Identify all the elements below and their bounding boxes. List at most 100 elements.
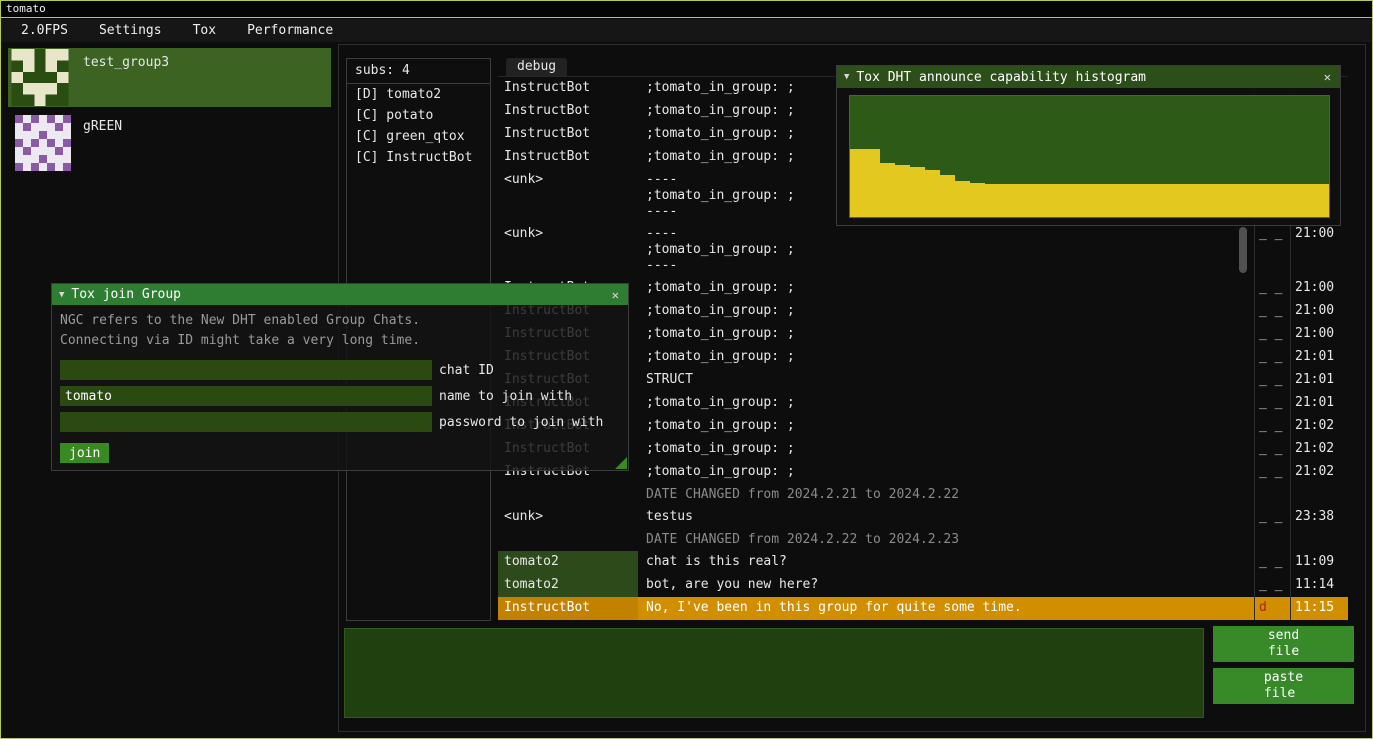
join-button[interactable]: join: [60, 443, 109, 463]
histogram-bar: [970, 183, 985, 217]
message-time: 23:38: [1290, 506, 1348, 529]
member-item[interactable]: [C] potato: [347, 105, 490, 126]
chat-message-row[interactable]: DATE CHANGED from 2024.2.22 to 2024.2.23: [498, 529, 1348, 551]
chat-message-row[interactable]: InstructBot No, I've been in this group …: [498, 597, 1348, 620]
message-sender: <unk>: [498, 223, 638, 277]
message-sender: tomato2: [498, 574, 638, 597]
histogram-bar: [1269, 184, 1284, 217]
chat-message-row[interactable]: <unk> ---- ;tomato_in_group: ; ---- _ _ …: [498, 223, 1348, 277]
message-time: [1290, 484, 1348, 506]
message-text: ;tomato_in_group: ;: [638, 461, 1254, 484]
message-text: STRUCT: [638, 369, 1254, 392]
histogram-bar: [940, 175, 955, 217]
histogram-bar: [895, 165, 910, 217]
histogram-bar: [1045, 184, 1060, 217]
chat-id-input[interactable]: [60, 360, 432, 380]
close-icon[interactable]: ✕: [1322, 70, 1333, 84]
member-item[interactable]: [C] InstructBot: [347, 147, 490, 168]
dht-histogram-titlebar[interactable]: ▼ Tox DHT announce capability histogram …: [837, 66, 1340, 88]
message-status: _ _: [1254, 346, 1290, 369]
contact-item-test-group3[interactable]: test_group3: [8, 48, 331, 107]
message-text: ---- ;tomato_in_group: ; ----: [638, 223, 1254, 277]
paste-file-button[interactable]: paste file: [1213, 668, 1354, 704]
chat-message-row[interactable]: tomato2 bot, are you new here? _ _ 11:14: [498, 574, 1348, 597]
chat-scrollbar-thumb[interactable]: [1239, 227, 1247, 273]
send-file-label: send file: [1268, 628, 1299, 660]
message-sender: <unk>: [498, 506, 638, 529]
join-name-input[interactable]: [60, 386, 432, 406]
dht-histogram-window: ▼ Tox DHT announce capability histogram …: [836, 65, 1341, 226]
message-status: [1254, 529, 1290, 551]
fps-counter: 2.0FPS: [9, 20, 80, 41]
chat-message-row[interactable]: tomato2 chat is this real? _ _ 11:09: [498, 551, 1348, 574]
message-sender: [498, 529, 638, 551]
message-status: _ _: [1254, 277, 1290, 300]
collapse-arrow-icon[interactable]: ▼: [844, 72, 849, 82]
menu-item-tox[interactable]: Tox: [181, 20, 228, 41]
close-icon[interactable]: ✕: [610, 288, 621, 302]
histogram-bar: [1015, 184, 1030, 217]
join-group-window: ▼ Tox join Group ✕ NGC refers to the New…: [51, 283, 629, 471]
histogram-bar: [955, 181, 970, 217]
histogram-bar: [1090, 184, 1105, 217]
histogram-bar: [925, 170, 940, 217]
histogram-bar: [1104, 184, 1119, 217]
message-status: _ _: [1254, 461, 1290, 484]
message-status: _ _: [1254, 392, 1290, 415]
message-text: bot, are you new here?: [638, 574, 1254, 597]
message-status: _ _: [1254, 223, 1290, 277]
histogram-bar: [985, 184, 1000, 217]
join-password-label: password to join with: [439, 415, 603, 430]
tab-debug[interactable]: debug: [506, 58, 567, 76]
message-time: [1290, 529, 1348, 551]
histogram-bar: [1149, 184, 1164, 217]
message-text: ;tomato_in_group: ;: [638, 323, 1254, 346]
contact-name: gREEN: [71, 114, 122, 173]
menu-item-settings[interactable]: Settings: [87, 20, 174, 41]
join-name-label: name to join with: [439, 389, 572, 404]
message-time: 21:01: [1290, 346, 1348, 369]
window-resize-grip[interactable]: [615, 457, 627, 469]
send-file-button[interactable]: send file: [1213, 626, 1354, 662]
message-text: chat is this real?: [638, 551, 1254, 574]
message-time: 21:00: [1290, 277, 1348, 300]
contact-name: test_group3: [71, 48, 169, 107]
histogram-bar: [1030, 184, 1045, 217]
app-window: tomato 2.0FPS Settings Tox Performance t…: [0, 0, 1373, 739]
ngc-info-line: Connecting via ID might take a very long…: [60, 331, 620, 351]
message-text: ;tomato_in_group: ;: [638, 415, 1254, 438]
join-group-titlebar[interactable]: ▼ Tox join Group ✕: [52, 284, 628, 305]
collapse-arrow-icon[interactable]: ▼: [59, 290, 64, 300]
join-group-title: Tox join Group: [71, 287, 181, 302]
message-sender: InstructBot: [498, 597, 638, 620]
message-status: _ _: [1254, 506, 1290, 529]
histogram-bar: [1075, 184, 1090, 217]
histogram-bar: [850, 149, 865, 217]
histogram-bar: [1314, 184, 1329, 217]
histogram-bar: [1194, 184, 1209, 217]
message-text: testus: [638, 506, 1254, 529]
menu-bar: 2.0FPS Settings Tox Performance: [1, 19, 1372, 42]
histogram-bar: [1239, 184, 1254, 217]
histogram-bar: [1164, 184, 1179, 217]
histogram-bar: [1299, 184, 1314, 217]
chat-message-row[interactable]: DATE CHANGED from 2024.2.21 to 2024.2.22: [498, 484, 1348, 506]
menu-item-performance[interactable]: Performance: [235, 20, 345, 41]
contact-item-green[interactable]: gREEN: [8, 114, 331, 173]
message-status: _ _: [1254, 574, 1290, 597]
member-item[interactable]: [C] green_qtox: [347, 126, 490, 147]
message-sender: [498, 484, 638, 506]
chat-message-row[interactable]: <unk> testus _ _ 23:38: [498, 506, 1348, 529]
paste-file-label: paste file: [1264, 670, 1303, 702]
message-text: No, I've been in this group for quite so…: [638, 597, 1254, 620]
histogram-bar: [1119, 184, 1134, 217]
histogram-bars: [850, 96, 1329, 217]
message-input[interactable]: [344, 628, 1204, 718]
message-text: ;tomato_in_group: ;: [638, 392, 1254, 415]
join-group-body: NGC refers to the New DHT enabled Group …: [52, 305, 628, 463]
member-item[interactable]: [D] tomato2: [347, 84, 490, 105]
message-text: DATE CHANGED from 2024.2.22 to 2024.2.23: [638, 529, 1254, 551]
message-time: 21:02: [1290, 415, 1348, 438]
join-password-input[interactable]: [60, 412, 432, 432]
window-titlebar: tomato: [1, 1, 1372, 18]
